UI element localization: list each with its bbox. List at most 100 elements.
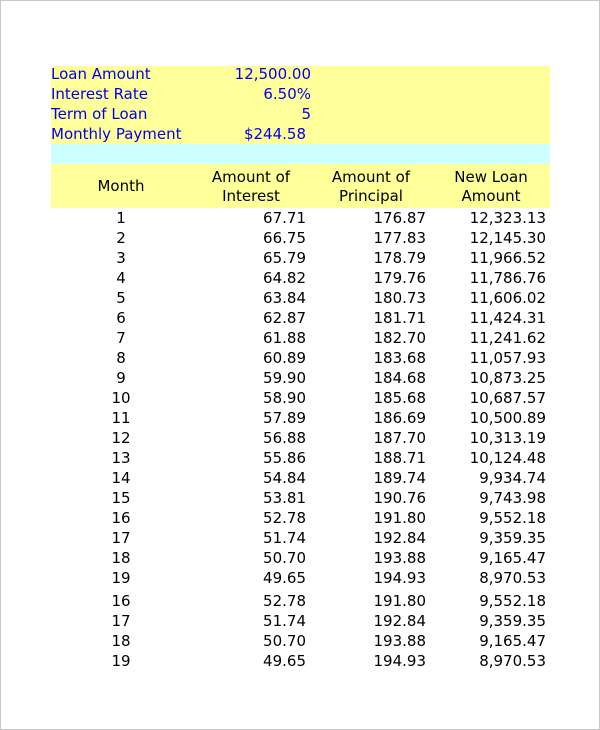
cell-interest[interactable]: 67.71 (263, 208, 306, 228)
cell-new-loan-amount[interactable]: 10,124.48 (470, 448, 546, 468)
cell-interest[interactable]: 64.82 (263, 268, 306, 288)
cell-principal[interactable]: 180.73 (374, 288, 427, 308)
cell-interest[interactable]: 55.86 (263, 448, 306, 468)
cell-principal[interactable]: 191.80 (374, 508, 427, 528)
cell-month[interactable]: 5 (71, 288, 171, 308)
cell-month[interactable]: 16 (71, 591, 171, 611)
loan-amount-value[interactable]: 12,500.00 (235, 64, 311, 84)
cell-month[interactable]: 13 (71, 448, 171, 468)
cell-new-loan-amount[interactable]: 9,359.35 (479, 611, 546, 631)
cell-month[interactable]: 6 (71, 308, 171, 328)
cell-interest[interactable]: 52.78 (263, 591, 306, 611)
cell-interest[interactable]: 56.88 (263, 428, 306, 448)
monthly-payment-value[interactable]: $244.58 (244, 124, 306, 144)
cell-month[interactable]: 3 (71, 248, 171, 268)
cell-interest[interactable]: 49.65 (263, 568, 306, 588)
amortization-table-body: 1 67.71 176.87 12,323.13 2 66.75 177.83 12,145.… (51, 208, 550, 671)
cell-month[interactable]: 10 (71, 388, 171, 408)
cell-principal[interactable]: 189.74 (374, 468, 427, 488)
cell-new-loan-amount[interactable]: 12,145.30 (470, 228, 546, 248)
cell-new-loan-amount[interactable]: 10,687.57 (470, 388, 546, 408)
cell-principal[interactable]: 194.93 (374, 568, 427, 588)
cell-interest[interactable]: 53.81 (263, 488, 306, 508)
cell-new-loan-amount[interactable]: 11,786.76 (470, 268, 546, 288)
cell-month[interactable]: 18 (71, 548, 171, 568)
cell-new-loan-amount[interactable]: 10,500.89 (470, 408, 546, 428)
cell-new-loan-amount[interactable]: 11,241.62 (470, 328, 546, 348)
cell-principal[interactable]: 184.68 (374, 368, 427, 388)
cell-new-loan-amount[interactable]: 9,743.98 (479, 488, 546, 508)
cell-new-loan-amount[interactable]: 11,606.02 (470, 288, 546, 308)
cell-principal[interactable]: 194.93 (374, 651, 427, 671)
cell-principal[interactable]: 192.84 (374, 528, 427, 548)
cell-month[interactable]: 2 (71, 228, 171, 248)
cell-interest[interactable]: 59.90 (263, 368, 306, 388)
cell-month[interactable]: 7 (71, 328, 171, 348)
cell-month[interactable]: 19 (71, 651, 171, 671)
cell-month[interactable]: 4 (71, 268, 171, 288)
cell-principal[interactable]: 193.88 (374, 548, 427, 568)
cell-interest[interactable]: 51.74 (263, 611, 306, 631)
header-principal-line1: Amount of (331, 168, 411, 186)
cell-month[interactable]: 15 (71, 488, 171, 508)
cell-principal[interactable]: 191.80 (374, 591, 427, 611)
cell-new-loan-amount[interactable]: 9,552.18 (479, 508, 546, 528)
cell-new-loan-amount[interactable]: 12,323.13 (470, 208, 546, 228)
cell-interest[interactable]: 50.70 (263, 548, 306, 568)
cell-principal[interactable]: 193.88 (374, 631, 427, 651)
cell-new-loan-amount[interactable]: 10,873.25 (470, 368, 546, 388)
cell-interest[interactable]: 57.89 (263, 408, 306, 428)
table-row: 16 52.78 191.80 9,552.18 (51, 508, 550, 528)
cell-interest[interactable]: 52.78 (263, 508, 306, 528)
cell-interest[interactable]: 58.90 (263, 388, 306, 408)
cell-new-loan-amount[interactable]: 9,165.47 (479, 631, 546, 651)
cell-principal[interactable]: 188.71 (374, 448, 427, 468)
cell-principal[interactable]: 177.83 (374, 228, 427, 248)
cell-month[interactable]: 12 (71, 428, 171, 448)
cell-month[interactable]: 19 (71, 568, 171, 588)
cell-interest[interactable]: 65.79 (263, 248, 306, 268)
cell-interest[interactable]: 54.84 (263, 468, 306, 488)
cell-principal[interactable]: 187.70 (374, 428, 427, 448)
table-row: 16 52.78 191.80 9,552.18 (51, 591, 550, 611)
cell-principal[interactable]: 176.87 (374, 208, 427, 228)
cell-interest[interactable]: 50.70 (263, 631, 306, 651)
cell-month[interactable]: 14 (71, 468, 171, 488)
cell-month[interactable]: 17 (71, 611, 171, 631)
cell-month[interactable]: 8 (71, 348, 171, 368)
cell-interest[interactable]: 66.75 (263, 228, 306, 248)
cell-month[interactable]: 9 (71, 368, 171, 388)
cell-new-loan-amount[interactable]: 11,966.52 (470, 248, 546, 268)
cell-new-loan-amount[interactable]: 9,165.47 (479, 548, 546, 568)
cell-new-loan-amount[interactable]: 10,313.19 (470, 428, 546, 448)
cell-principal[interactable]: 181.71 (374, 308, 427, 328)
cell-interest[interactable]: 60.89 (263, 348, 306, 368)
cell-principal[interactable]: 192.84 (374, 611, 427, 631)
cell-principal[interactable]: 178.79 (374, 248, 427, 268)
cell-new-loan-amount[interactable]: 9,359.35 (479, 528, 546, 548)
cell-interest[interactable]: 63.84 (263, 288, 306, 308)
cell-new-loan-amount[interactable]: 9,552.18 (479, 591, 546, 611)
cell-principal[interactable]: 185.68 (374, 388, 427, 408)
cell-new-loan-amount[interactable]: 11,424.31 (470, 308, 546, 328)
cell-new-loan-amount[interactable]: 11,057.93 (470, 348, 546, 368)
cell-new-loan-amount[interactable]: 8,970.53 (479, 568, 546, 588)
cell-principal[interactable]: 186.69 (374, 408, 427, 428)
cell-month[interactable]: 16 (71, 508, 171, 528)
cell-month[interactable]: 11 (71, 408, 171, 428)
cell-interest[interactable]: 51.74 (263, 528, 306, 548)
interest-rate-value[interactable]: 6.50% (263, 84, 311, 104)
cell-month[interactable]: 17 (71, 528, 171, 548)
cell-principal[interactable]: 182.70 (374, 328, 427, 348)
cell-principal[interactable]: 183.68 (374, 348, 427, 368)
cell-principal[interactable]: 179.76 (374, 268, 427, 288)
cell-interest[interactable]: 62.87 (263, 308, 306, 328)
cell-new-loan-amount[interactable]: 9,934.74 (479, 468, 546, 488)
term-of-loan-value[interactable]: 5 (301, 104, 311, 124)
cell-interest[interactable]: 49.65 (263, 651, 306, 671)
cell-month[interactable]: 18 (71, 631, 171, 651)
cell-new-loan-amount[interactable]: 8,970.53 (479, 651, 546, 671)
cell-principal[interactable]: 190.76 (374, 488, 427, 508)
cell-interest[interactable]: 61.88 (263, 328, 306, 348)
cell-month[interactable]: 1 (71, 208, 171, 228)
